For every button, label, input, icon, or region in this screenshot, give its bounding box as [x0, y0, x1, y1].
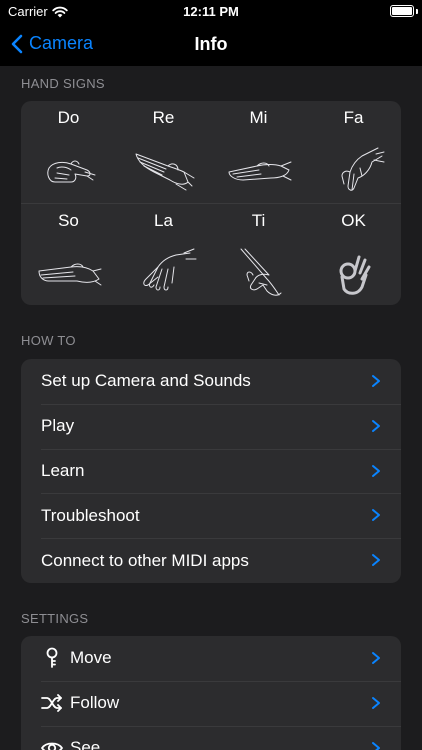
list-item-label: Connect to other MIDI apps — [41, 550, 249, 570]
list-item-label: See — [70, 737, 101, 750]
hand-sign-re-illustration — [128, 142, 200, 198]
chevron-right-icon — [372, 652, 380, 664]
chevron-right-icon — [372, 419, 380, 432]
hand-sign-label: Mi — [249, 108, 268, 127]
chevron-right-icon — [372, 554, 380, 567]
hand-sign-ti[interactable]: Ti — [211, 203, 306, 305]
chevron-right-icon — [372, 509, 380, 522]
hand-sign-fa[interactable]: Fa — [306, 101, 401, 203]
status-time: 12:11 PM — [183, 4, 239, 19]
hand-sign-so[interactable]: So — [21, 203, 116, 305]
shuffle-icon — [41, 692, 63, 714]
status-bar: Carrier 12:11 PM — [0, 0, 422, 24]
content-scroll[interactable]: HAND SIGNS Do Re Mi Fa So La Ti OK HOW T… — [0, 66, 422, 750]
hand-sign-label: Ti — [251, 211, 266, 230]
hand-sign-label: La — [154, 211, 173, 230]
hand-signs-card: Do Re Mi Fa So La Ti OK — [21, 101, 401, 305]
hand-sign-ti-illustration — [223, 245, 295, 301]
list-item-label: Troubleshoot — [41, 505, 140, 525]
chevron-right-icon — [372, 741, 380, 750]
hand-sign-label: Re — [152, 108, 175, 127]
hand-sign-ok[interactable]: OK — [306, 203, 401, 305]
settings-item-move[interactable]: Move — [21, 636, 401, 681]
key-icon — [41, 647, 63, 669]
how-to-item-connect-midi[interactable]: Connect to other MIDI apps — [21, 538, 401, 583]
list-item-label: Set up Camera and Sounds — [41, 371, 251, 391]
how-to-item-set-up[interactable]: Set up Camera and Sounds — [21, 359, 401, 404]
chevron-right-icon — [372, 696, 380, 709]
battery-icon — [390, 5, 414, 17]
hand-sign-label: So — [58, 211, 79, 230]
section-header-how-to: HOW TO — [21, 333, 76, 348]
settings-item-see[interactable]: See — [21, 725, 401, 750]
list-item-label: Move — [70, 648, 112, 668]
hand-sign-mi[interactable]: Mi — [211, 101, 306, 203]
section-header-settings: SETTINGS — [21, 611, 89, 626]
hand-sign-la-illustration — [128, 245, 200, 301]
how-to-item-play[interactable]: Play — [21, 403, 401, 449]
hand-sign-label: Fa — [343, 108, 364, 127]
battery-cap — [416, 9, 418, 14]
settings-item-follow[interactable]: Follow — [21, 680, 401, 726]
list-item-label: Learn — [41, 460, 85, 480]
list-item-label: Follow — [70, 693, 120, 713]
hand-sign-do-illustration — [33, 142, 105, 198]
hand-sign-re[interactable]: Re — [116, 101, 211, 203]
hand-sign-so-illustration — [33, 245, 105, 301]
how-to-item-learn[interactable]: Learn — [21, 448, 401, 494]
how-to-list: Set up Camera and Sounds Play Learn Trou… — [21, 359, 401, 583]
settings-list: Move Follow See — [21, 636, 401, 750]
hand-sign-fa-illustration — [318, 142, 390, 198]
hand-sign-la[interactable]: La — [116, 203, 211, 305]
section-header-hand-signs: HAND SIGNS — [21, 76, 105, 91]
how-to-item-troubleshoot[interactable]: Troubleshoot — [21, 493, 401, 538]
chevron-right-icon — [372, 464, 380, 477]
hand-sign-label: Do — [57, 108, 80, 127]
info-screen: Carrier 12:11 PM Camera Info HAND SIGNS — [0, 0, 422, 750]
page-title: Info — [194, 34, 228, 54]
hand-sign-label: OK — [341, 211, 366, 230]
hand-sign-do[interactable]: Do — [21, 101, 116, 203]
navigation-bar: Camera Info — [0, 24, 422, 66]
list-item-label: Play — [41, 416, 75, 436]
ok-hand-icon — [318, 245, 390, 301]
hand-sign-mi-illustration — [223, 142, 295, 198]
eye-icon — [41, 737, 63, 750]
chevron-right-icon — [372, 375, 380, 387]
